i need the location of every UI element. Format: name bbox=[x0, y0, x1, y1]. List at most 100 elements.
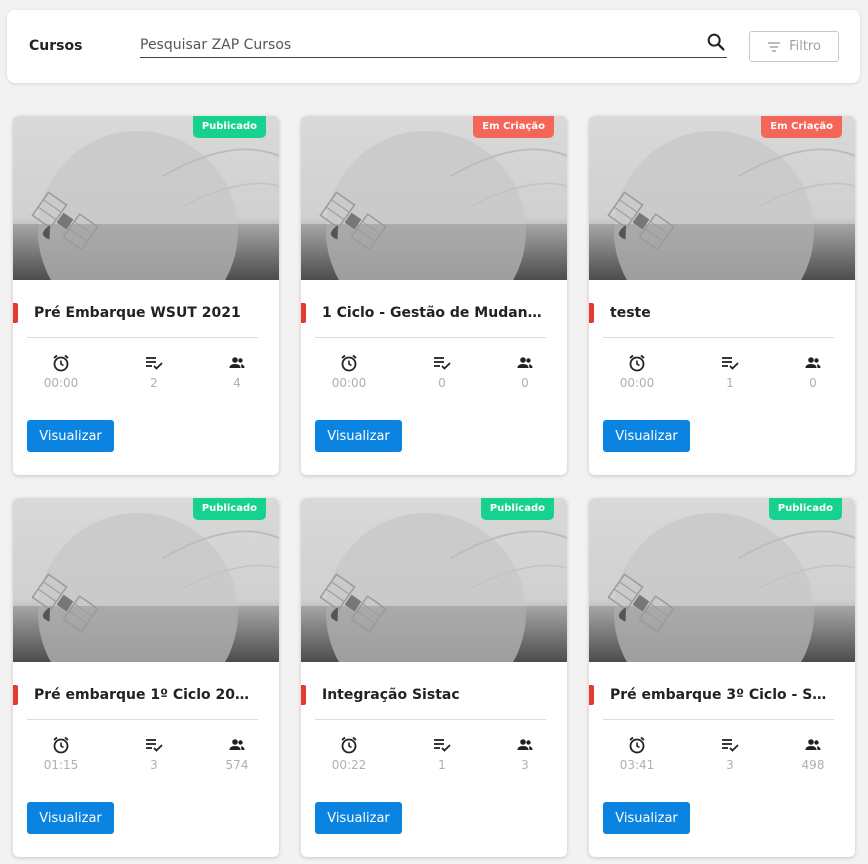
status-badge: Publicado bbox=[480, 498, 554, 520]
filter-button[interactable]: Filtro bbox=[749, 31, 839, 62]
thumb-shade bbox=[589, 606, 855, 662]
playlist-check-icon bbox=[434, 739, 451, 752]
card-accent-bar bbox=[13, 303, 18, 323]
filter-label: Filtro bbox=[789, 39, 821, 54]
filter-icon bbox=[768, 41, 781, 52]
alarm-clock-icon bbox=[341, 736, 357, 754]
course-card[interactable]: Publicado Pré embarque 3º Ciclo - SMSQ 0… bbox=[589, 498, 855, 857]
students-value: 0 bbox=[521, 376, 529, 390]
lessons-stat: 1 bbox=[700, 354, 760, 390]
card-accent-bar bbox=[301, 303, 306, 323]
search-icon[interactable] bbox=[705, 31, 727, 53]
search-input[interactable] bbox=[140, 34, 700, 56]
course-title: Pré embarque 3º Ciclo - SMSQ bbox=[610, 687, 832, 703]
people-icon bbox=[229, 357, 245, 368]
status-badge: Publicado bbox=[768, 498, 842, 520]
view-button[interactable]: Visualizar bbox=[315, 420, 402, 452]
course-thumbnail bbox=[301, 498, 567, 662]
alarm-clock-icon bbox=[53, 736, 69, 754]
divider bbox=[603, 719, 834, 720]
course-title: Pré embarque 1º Ciclo 2021- S... bbox=[34, 687, 256, 703]
lessons-stat: 2 bbox=[124, 354, 184, 390]
duration-value: 00:00 bbox=[619, 376, 655, 390]
students-value: 0 bbox=[809, 376, 817, 390]
students-stat: 498 bbox=[783, 736, 843, 772]
course-title: teste bbox=[610, 305, 651, 321]
people-icon bbox=[805, 739, 821, 750]
course-thumbnail bbox=[301, 116, 567, 280]
duration-value: 01:15 bbox=[43, 758, 79, 772]
lessons-value: 3 bbox=[726, 758, 734, 772]
playlist-check-icon bbox=[434, 357, 451, 370]
duration-stat: 00:00 bbox=[607, 354, 667, 390]
lessons-stat: 0 bbox=[412, 354, 472, 390]
divider bbox=[27, 337, 258, 338]
divider bbox=[27, 719, 258, 720]
alarm-clock-icon bbox=[53, 354, 69, 372]
alarm-clock-icon bbox=[341, 354, 357, 372]
card-accent-bar bbox=[301, 685, 306, 705]
duration-value: 00:00 bbox=[43, 376, 79, 390]
card-accent-bar bbox=[13, 685, 18, 705]
playlist-check-icon bbox=[722, 739, 739, 752]
divider bbox=[603, 337, 834, 338]
thumb-shade bbox=[13, 224, 279, 280]
course-title: 1 Ciclo - Gestão de Mudança /... bbox=[322, 305, 544, 321]
students-stat: 574 bbox=[207, 736, 267, 772]
playlist-check-icon bbox=[146, 739, 163, 752]
lessons-value: 2 bbox=[150, 376, 158, 390]
view-button[interactable]: Visualizar bbox=[603, 420, 690, 452]
view-button[interactable]: Visualizar bbox=[603, 802, 690, 834]
course-title: Pré Embarque WSUT 2021 bbox=[34, 305, 241, 321]
search-field[interactable] bbox=[140, 31, 727, 58]
course-card[interactable]: Em Criação teste 00:00 1 0 Visualizar bbox=[589, 116, 855, 475]
lessons-stat: 1 bbox=[412, 736, 472, 772]
status-badge: Em Criação bbox=[473, 116, 554, 138]
duration-stat: 01:15 bbox=[31, 736, 91, 772]
people-icon bbox=[229, 739, 245, 750]
thumb-shade bbox=[13, 606, 279, 662]
course-card[interactable]: Publicado Integração Sistac 00:22 1 3 Vi… bbox=[301, 498, 567, 857]
view-button[interactable]: Visualizar bbox=[27, 802, 114, 834]
duration-stat: 00:22 bbox=[319, 736, 379, 772]
status-badge: Publicado bbox=[192, 498, 266, 520]
course-card[interactable]: Publicado Pré Embarque WSUT 2021 00:00 2 bbox=[13, 116, 279, 475]
view-button[interactable]: Visualizar bbox=[315, 802, 402, 834]
students-stat: 0 bbox=[783, 354, 843, 390]
duration-value: 00:22 bbox=[331, 758, 367, 772]
students-value: 4 bbox=[233, 376, 241, 390]
status-badge: Publicado bbox=[192, 116, 266, 138]
thumb-shade bbox=[589, 224, 855, 280]
students-stat: 3 bbox=[495, 736, 555, 772]
lessons-stat: 3 bbox=[124, 736, 184, 772]
card-accent-bar bbox=[589, 685, 594, 705]
playlist-check-icon bbox=[146, 357, 163, 370]
lessons-value: 1 bbox=[438, 758, 446, 772]
course-card[interactable]: Publicado Pré embarque 1º Ciclo 2021- S.… bbox=[13, 498, 279, 857]
duration-value: 00:00 bbox=[331, 376, 367, 390]
page-title: Cursos bbox=[29, 38, 83, 54]
duration-stat: 00:00 bbox=[31, 354, 91, 390]
course-thumbnail bbox=[589, 116, 855, 280]
people-icon bbox=[805, 357, 821, 368]
students-stat: 4 bbox=[207, 354, 267, 390]
lessons-value: 1 bbox=[726, 376, 734, 390]
course-thumbnail bbox=[13, 116, 279, 280]
lessons-value: 0 bbox=[438, 376, 446, 390]
divider bbox=[315, 719, 546, 720]
students-value: 574 bbox=[225, 758, 249, 772]
lessons-stat: 3 bbox=[700, 736, 760, 772]
course-thumbnail bbox=[13, 498, 279, 662]
card-accent-bar bbox=[589, 303, 594, 323]
view-button[interactable]: Visualizar bbox=[27, 420, 114, 452]
course-card[interactable]: Em Criação 1 Ciclo - Gestão de Mudança /… bbox=[301, 116, 567, 475]
lessons-value: 3 bbox=[150, 758, 158, 772]
thumb-shade bbox=[301, 606, 567, 662]
divider bbox=[315, 337, 546, 338]
duration-stat: 03:41 bbox=[607, 736, 667, 772]
thumb-shade bbox=[301, 224, 567, 280]
students-value: 3 bbox=[521, 758, 529, 772]
people-icon bbox=[517, 357, 533, 368]
top-bar: Cursos Filtro bbox=[7, 10, 860, 83]
duration-value: 03:41 bbox=[619, 758, 655, 772]
